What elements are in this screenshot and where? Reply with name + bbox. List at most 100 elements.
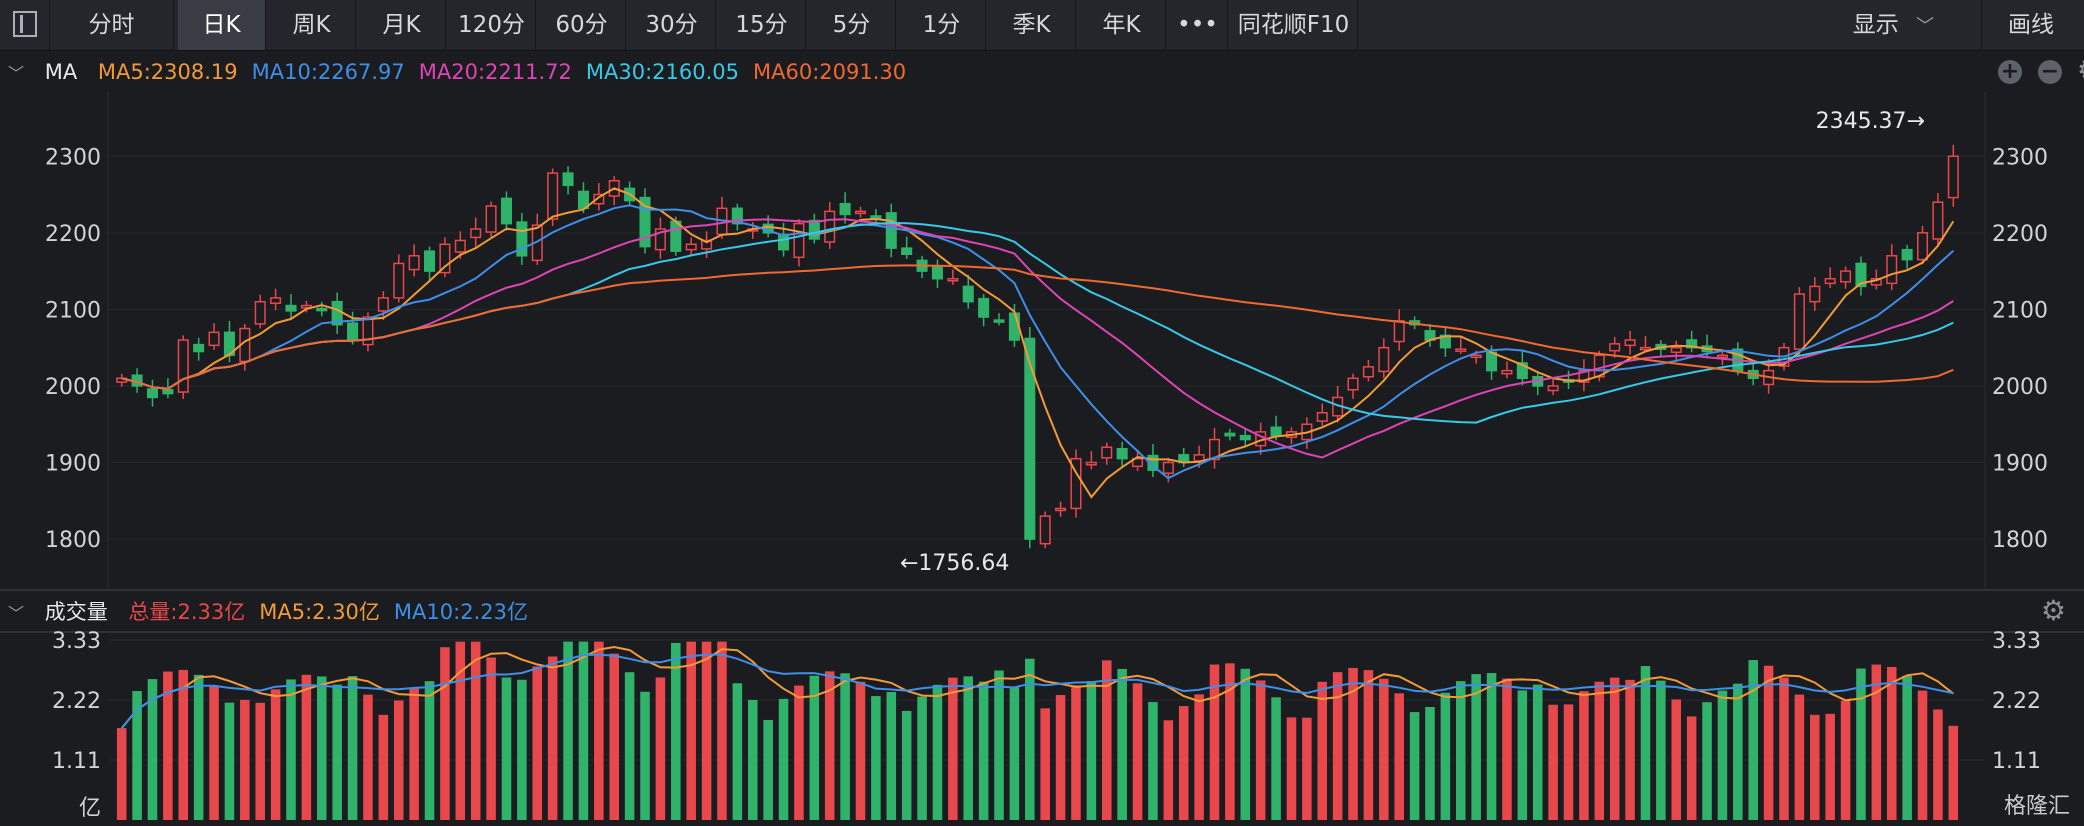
- candle-body: [1039, 515, 1051, 545]
- volume-bar: [624, 672, 635, 820]
- volume-legend: ﹀ 成交量 总量:2.33亿 MA5:2.30亿 MA10:2.23亿: [8, 592, 556, 632]
- volume-bar: [1825, 713, 1835, 820]
- volume-bar: [1040, 708, 1050, 820]
- price-legend-title: MA: [44, 60, 78, 84]
- collapse-chevron-icon[interactable]: ﹀: [8, 604, 24, 623]
- volume-legend-title: 成交量: [44, 600, 108, 624]
- candle-body: [839, 202, 851, 216]
- volume-bar: [778, 698, 789, 820]
- candle-body: [1347, 377, 1359, 391]
- candle-body: [1101, 446, 1113, 459]
- volume-bar: [1563, 704, 1574, 820]
- candle-body: [931, 265, 943, 280]
- candle-body: [854, 210, 867, 215]
- volume-settings-gear-icon[interactable]: ⚙: [2041, 597, 2066, 625]
- volume-bar: [270, 689, 281, 820]
- candle-body: [1639, 346, 1651, 351]
- volume-bar: [1271, 697, 1281, 820]
- candle-body: [901, 247, 913, 255]
- candle-body: [1840, 270, 1852, 283]
- candle-body: [1378, 346, 1390, 373]
- candle-body: [470, 228, 482, 239]
- candle-body: [1008, 312, 1020, 341]
- volume-bar: [178, 669, 189, 820]
- candle-body: [1932, 201, 1944, 240]
- candle-body: [1224, 432, 1236, 437]
- candle-body: [1947, 155, 1959, 199]
- volume-bar: [640, 691, 650, 820]
- price-tick-right: 2000: [1992, 375, 2048, 400]
- volume-bar: [1455, 681, 1466, 820]
- volume-bar: [532, 666, 543, 820]
- price-legend-item: MA5:2308.19: [97, 60, 238, 84]
- volume-bar: [517, 679, 527, 820]
- volume-bar: [932, 684, 943, 820]
- zoom-in-icon[interactable]: +: [1998, 60, 2022, 84]
- volume-bar: [286, 679, 296, 820]
- volume-bar: [1794, 694, 1805, 820]
- volume-bar: [301, 674, 312, 820]
- price-legend-item: MA30:2160.05: [585, 60, 740, 84]
- price-legend: ﹀ MA MA5:2308.19 MA10:2267.97 MA20:2211.72…: [8, 52, 934, 92]
- volume-bar: [1178, 706, 1189, 820]
- volume-tick-right: 2.22: [1992, 689, 2041, 714]
- volume-bar: [1856, 668, 1866, 820]
- candle-body: [1470, 354, 1482, 359]
- candle-body: [547, 172, 559, 220]
- candle-body: [454, 239, 466, 253]
- volume-bar: [1948, 725, 1959, 820]
- volume-bar: [1394, 693, 1404, 820]
- candle-body: [793, 222, 805, 259]
- volume-bar: [1240, 668, 1251, 820]
- volume-bar: [1379, 678, 1389, 820]
- volume-bar: [594, 641, 604, 820]
- candle-body: [1793, 293, 1805, 350]
- volume-bar: [240, 699, 250, 820]
- volume-bar: [1656, 680, 1666, 820]
- volume-bar: [193, 674, 204, 820]
- candle-body: [947, 278, 959, 282]
- volume-tick-left: 1.11: [52, 749, 101, 774]
- volume-bar: [1502, 678, 1512, 820]
- volume-bar: [1779, 677, 1789, 820]
- volume-bar: [1486, 673, 1497, 820]
- candle-body: [1809, 285, 1821, 303]
- price-tick-left: 2200: [45, 222, 101, 247]
- volume-bar: [855, 681, 866, 820]
- volume-bar: [378, 714, 389, 820]
- candle-body: [424, 250, 436, 272]
- volume-bar: [717, 641, 727, 820]
- volume-bar: [563, 641, 573, 820]
- candle-body: [1116, 447, 1128, 460]
- volume-legend-item: MA10:2.23亿: [393, 600, 528, 624]
- candle-body: [393, 262, 405, 299]
- volume-bar: [1917, 690, 1928, 820]
- candle-body: [1547, 385, 1559, 392]
- collapse-chevron-icon[interactable]: ﹀: [8, 64, 24, 83]
- volume-bar: [1332, 672, 1343, 820]
- candle-body: [485, 205, 497, 233]
- price-tick-right: 2200: [1992, 222, 2048, 247]
- price-tick-right: 1900: [1992, 452, 2048, 477]
- candle-body: [408, 255, 420, 271]
- volume-bar: [393, 700, 404, 820]
- price-tick-left: 2300: [45, 145, 101, 170]
- candle-body: [1501, 369, 1513, 375]
- volume-bar: [1132, 683, 1143, 820]
- volume-bar: [886, 691, 897, 820]
- candle-body: [1316, 411, 1328, 422]
- price-extreme-label: 2345.37→: [1816, 109, 1925, 134]
- candle-body: [962, 285, 974, 303]
- volume-bar: [1071, 685, 1081, 820]
- candle-body: [1162, 461, 1174, 474]
- volume-bar: [1517, 690, 1528, 820]
- candle-body: [162, 389, 174, 395]
- candle-body: [670, 220, 682, 252]
- volume-unit-label: 亿: [79, 796, 101, 821]
- price-settings-gear-icon[interactable]: ⚙: [2077, 56, 2084, 84]
- volume-bar: [1440, 692, 1451, 820]
- price-legend-item: MA10:2267.97: [251, 60, 405, 84]
- volume-tick-right: 3.33: [1992, 629, 2041, 654]
- volume-bar: [347, 676, 358, 820]
- zoom-out-icon[interactable]: −: [2038, 60, 2062, 84]
